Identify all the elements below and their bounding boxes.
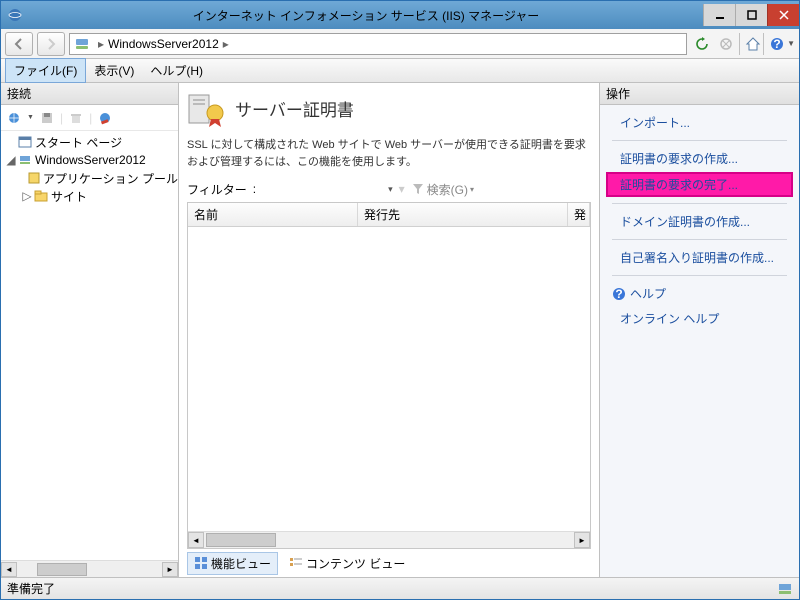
sites-icon xyxy=(33,188,49,204)
column-issuer[interactable]: 発行先 xyxy=(358,203,568,226)
nav-toolbar: ? ▼ xyxy=(691,33,795,55)
connections-header: 接続 xyxy=(1,83,178,105)
action-complete-request[interactable]: 証明書の要求の完了... xyxy=(606,172,793,197)
window-title: インターネット インフォメーション サービス (IIS) マネージャー xyxy=(29,7,703,24)
table-header: 名前 発行先 発 xyxy=(188,203,590,227)
page-title: サーバー証明書 xyxy=(235,96,354,121)
chevron-down-icon[interactable]: ▼ xyxy=(787,39,795,48)
server-icon xyxy=(74,36,90,52)
chevron-right-icon: ▸ xyxy=(98,37,104,51)
actions-header: 操作 xyxy=(600,83,799,105)
view-switcher: 機能ビュー コンテンツ ビュー xyxy=(187,549,591,573)
app-icon xyxy=(7,7,23,23)
divider xyxy=(612,239,787,240)
scroll-left-icon[interactable]: ◄ xyxy=(1,562,17,577)
filter-search-button[interactable]: 検索(G) ▾ xyxy=(411,181,474,198)
table-horizontal-scrollbar[interactable]: ◄ ► xyxy=(188,531,590,548)
server-certificates-icon xyxy=(187,89,225,127)
breadcrumb[interactable]: ▸ WindowsServer2012 ▸ xyxy=(69,33,687,55)
scroll-thumb[interactable] xyxy=(206,533,276,547)
iis-manager-window: インターネット インフォメーション サービス (IIS) マネージャー ▸ Wi… xyxy=(0,0,800,600)
feature-view-icon xyxy=(194,556,208,570)
connect-icon[interactable] xyxy=(5,109,23,127)
breadcrumb-server[interactable]: WindowsServer2012 xyxy=(108,37,219,51)
nav-back-button[interactable] xyxy=(5,32,33,56)
expand-icon[interactable]: ▷ xyxy=(21,189,33,203)
titlebar: インターネット インフォメーション サービス (IIS) マネージャー xyxy=(1,1,799,29)
tree-sites[interactable]: ▷ サイト xyxy=(1,187,178,205)
collapse-icon[interactable]: ◢ xyxy=(5,153,17,167)
delete-icon[interactable] xyxy=(67,109,85,127)
nav-row: ▸ WindowsServer2012 ▸ ? ▼ xyxy=(1,29,799,59)
tree-start-page[interactable]: スタート ページ xyxy=(1,133,178,151)
connections-tree: スタート ページ ◢ WindowsServer2012 アプリケーション プー… xyxy=(1,131,178,560)
feature-view-button[interactable]: 機能ビュー xyxy=(187,552,278,575)
connections-toolbar: ▼ | | xyxy=(1,105,178,131)
start-page-icon xyxy=(17,134,33,150)
left-horizontal-scrollbar[interactable]: ◄ ► xyxy=(1,560,178,577)
app-pools-icon xyxy=(27,170,41,186)
tree-server[interactable]: ◢ WindowsServer2012 xyxy=(1,151,178,169)
feature-panel: サーバー証明書 SSL に対して構成された Web サイトで Web サーバーが… xyxy=(179,83,599,577)
maximize-button[interactable] xyxy=(735,4,767,26)
filter-row: フィルター: ▾ ▾ 検索(G) ▾ xyxy=(187,180,591,198)
divider xyxy=(612,203,787,204)
refresh-icon[interactable] xyxy=(691,33,713,55)
action-create-request[interactable]: 証明書の要求の作成... xyxy=(606,147,793,170)
content-view-button[interactable]: コンテンツ ビュー xyxy=(282,552,412,575)
page-description: SSL に対して構成された Web サイトで Web サーバーが使用できる証明書… xyxy=(187,137,591,170)
filter-label: フィルター xyxy=(187,181,247,198)
column-name[interactable]: 名前 xyxy=(188,203,358,226)
menu-help[interactable]: ヘルプ(H) xyxy=(142,59,211,82)
svg-text:?: ? xyxy=(773,37,780,51)
funnel-icon xyxy=(411,182,425,196)
action-create-domain-cert[interactable]: ドメイン証明書の作成... xyxy=(606,210,793,233)
chevron-right-icon: ▸ xyxy=(223,37,229,51)
scroll-right-icon[interactable]: ► xyxy=(162,562,178,577)
chevron-down-icon[interactable]: ▾ xyxy=(388,184,393,195)
connections-panel: 接続 ▼ | | スタート ページ ◢ WindowsSe xyxy=(1,83,179,577)
table-body xyxy=(188,227,590,531)
window-controls xyxy=(703,4,799,26)
divider xyxy=(612,275,787,276)
certificates-table: 名前 発行先 発 ◄ ► xyxy=(187,202,591,549)
home-icon[interactable] xyxy=(739,33,761,55)
status-icon xyxy=(777,581,793,597)
menu-view[interactable]: 表示(V) xyxy=(86,59,142,82)
action-help[interactable]: ? ヘルプ xyxy=(606,282,793,305)
help-icon[interactable]: ? xyxy=(763,33,785,55)
stop-icon[interactable] xyxy=(715,33,737,55)
status-text: 準備完了 xyxy=(7,580,55,597)
nav-forward-button[interactable] xyxy=(37,32,65,56)
save-icon[interactable] xyxy=(38,109,56,127)
help-icon: ? xyxy=(612,287,626,301)
server-icon xyxy=(17,152,33,168)
action-online-help[interactable]: オンライン ヘルプ xyxy=(606,307,793,330)
scroll-thumb[interactable] xyxy=(37,563,87,576)
stop-connection-icon[interactable] xyxy=(96,109,114,127)
action-create-self-signed[interactable]: 自己署名入り証明書の作成... xyxy=(606,246,793,269)
column-expiry[interactable]: 発 xyxy=(568,203,590,226)
menu-file[interactable]: ファイル(F) xyxy=(5,58,86,83)
scroll-left-icon[interactable]: ◄ xyxy=(188,532,204,548)
action-import[interactable]: インポート... xyxy=(606,111,793,134)
minimize-button[interactable] xyxy=(703,4,735,26)
chevron-down-icon[interactable]: ▼ xyxy=(27,114,34,121)
main-area: 接続 ▼ | | スタート ページ ◢ WindowsSe xyxy=(1,83,799,577)
tree-app-pools[interactable]: アプリケーション プール xyxy=(1,169,178,187)
filter-input[interactable] xyxy=(262,180,382,198)
statusbar: 準備完了 xyxy=(1,577,799,599)
scroll-right-icon[interactable]: ► xyxy=(574,532,590,548)
divider xyxy=(612,140,787,141)
content-view-icon xyxy=(289,556,303,570)
menubar: ファイル(F) 表示(V) ヘルプ(H) xyxy=(1,59,799,83)
close-button[interactable] xyxy=(767,4,799,26)
svg-text:?: ? xyxy=(615,287,622,301)
actions-panel: 操作 インポート... 証明書の要求の作成... 証明書の要求の完了... ドメ… xyxy=(599,83,799,577)
